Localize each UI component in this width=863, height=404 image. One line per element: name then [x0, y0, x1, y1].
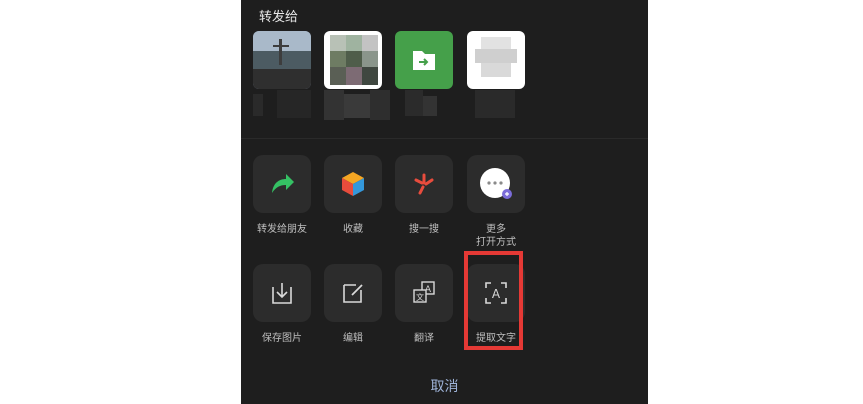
recipient-4[interactable]	[467, 31, 525, 89]
more-open-label: 更多 打开方式	[476, 224, 516, 248]
search-spark-icon	[414, 173, 434, 195]
edit-icon	[343, 284, 363, 303]
cancel-button[interactable]: 取消	[241, 376, 648, 396]
recipient-name-1	[253, 90, 311, 120]
folder-icon	[413, 51, 435, 70]
share-title: 转发给	[259, 10, 299, 25]
recipient-name-4	[467, 90, 525, 120]
translate-icon: A 文	[413, 281, 435, 303]
recipient-3[interactable]	[395, 31, 453, 89]
highlight-box	[464, 251, 523, 350]
forward-arrow-icon	[272, 174, 294, 193]
recipient-1[interactable]	[253, 31, 311, 89]
svg-text:文: 文	[416, 292, 424, 302]
edit-button[interactable]	[324, 264, 382, 322]
save-image-icon	[272, 283, 292, 304]
translate-button[interactable]: A 文	[395, 264, 453, 322]
divider	[241, 138, 648, 139]
save-image-button[interactable]	[253, 264, 311, 322]
recipient-2[interactable]	[324, 31, 382, 89]
favorite-button[interactable]	[324, 155, 382, 213]
forward-to-friend-button[interactable]	[253, 155, 311, 213]
favorite-cube-icon	[342, 172, 364, 196]
landscape-avatar	[253, 31, 311, 89]
search-button[interactable]	[395, 155, 453, 213]
recipient-name-2	[324, 90, 406, 120]
recipient-name-3	[395, 90, 453, 120]
more-open-button[interactable]	[467, 155, 525, 213]
more-open-icon	[480, 168, 512, 199]
share-sheet: 转发给 转发给朋友 收藏 搜一搜 更多 打开方式 保存图片 编辑 A 文 翻译 …	[241, 0, 648, 404]
